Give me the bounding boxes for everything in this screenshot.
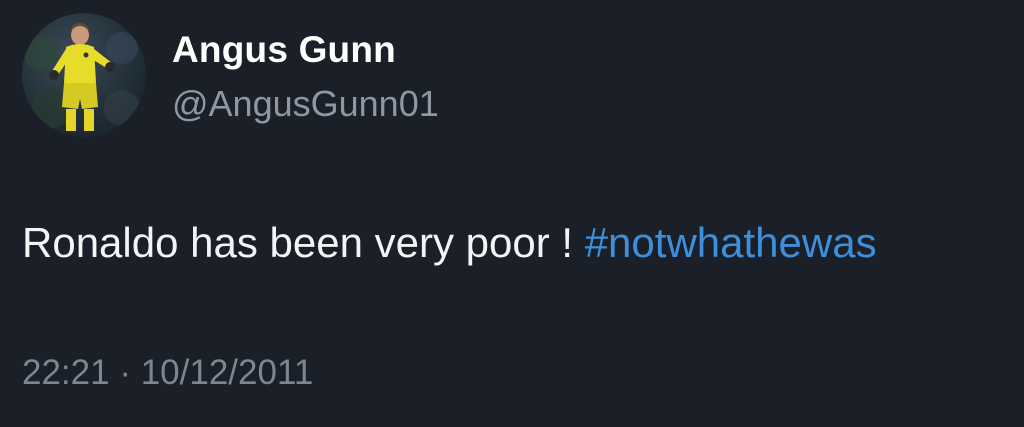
tweet-card: Angus Gunn @AngusGunn01 Ronaldo has been…: [0, 0, 1024, 427]
tweet-date: 10/12/2011: [140, 353, 314, 392]
author-handle[interactable]: @AngusGunn01: [172, 84, 439, 124]
tweet-timestamp[interactable]: 22:21 · 10/12/2011: [22, 353, 313, 393]
tweet-text: Ronaldo has been very poor ! #notwhathew…: [22, 218, 877, 268]
hashtag-link[interactable]: #notwhathewas: [585, 219, 877, 266]
avatar-photo-icon: [24, 23, 140, 131]
tweet-body: Ronaldo has been very poor !: [22, 219, 585, 266]
author-display-name[interactable]: Angus Gunn: [172, 30, 396, 70]
tweet-time: 22:21: [22, 353, 110, 392]
timestamp-separator: ·: [119, 353, 131, 392]
profile-avatar[interactable]: [22, 13, 146, 137]
